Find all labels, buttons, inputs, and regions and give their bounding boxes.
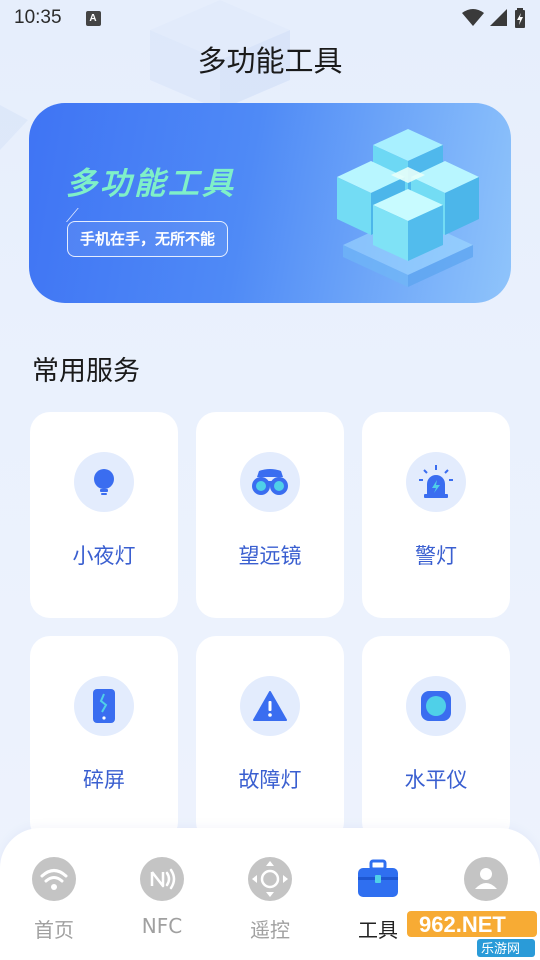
warning-triangle-icon bbox=[240, 676, 300, 736]
toolbox-icon bbox=[355, 856, 401, 902]
cubes-illustration bbox=[337, 129, 479, 287]
tab-label: 遥控 bbox=[250, 918, 290, 942]
banner-title: 多功能工具 bbox=[66, 166, 236, 202]
service-label: 小夜灯 bbox=[72, 544, 136, 568]
remote-dpad-icon bbox=[247, 856, 293, 902]
status-icons bbox=[462, 8, 526, 28]
service-card-night-light[interactable]: 小夜灯 bbox=[30, 412, 178, 618]
hero-banner[interactable]: 多功能工具 手机在手，无所不能 bbox=[29, 103, 511, 303]
cracked-phone-icon bbox=[74, 676, 134, 736]
nfc-icon bbox=[139, 856, 185, 902]
watermark-text-top: 962.NET bbox=[419, 912, 506, 937]
service-label: 望远镜 bbox=[238, 544, 302, 568]
section-title-services: 常用服务 bbox=[32, 356, 140, 387]
service-card-telescope[interactable]: 望远镜 bbox=[196, 412, 344, 618]
service-label: 碎屏 bbox=[83, 768, 125, 792]
banner-tagline: 手机在手，无所不能 bbox=[67, 221, 229, 257]
night-light-bulb-icon bbox=[74, 452, 134, 512]
wifi-icon bbox=[462, 9, 484, 26]
watermark-text-bottom: 乐游网 bbox=[481, 942, 520, 957]
wifi-icon bbox=[31, 856, 77, 902]
service-label: 警灯 bbox=[415, 544, 457, 568]
watermark-logo: 962.NET 乐游网 bbox=[407, 911, 537, 957]
tab-nfc[interactable]: NFC bbox=[108, 828, 216, 960]
battery-charging-icon bbox=[515, 8, 525, 28]
status-bar: 10:35 A bbox=[0, 0, 540, 36]
service-label: 水平仪 bbox=[404, 768, 468, 792]
level-bubble-icon bbox=[406, 676, 466, 736]
tab-home[interactable]: 首页 bbox=[0, 828, 108, 960]
tab-remote[interactable]: 遥控 bbox=[216, 828, 324, 960]
alarm-siren-icon bbox=[406, 452, 466, 512]
service-card-hazard-light[interactable]: 故障灯 bbox=[196, 636, 344, 842]
notification-a-icon: A bbox=[85, 10, 101, 26]
service-card-cracked-screen[interactable]: 碎屏 bbox=[30, 636, 178, 842]
user-icon bbox=[463, 856, 509, 902]
status-time: 10:35 bbox=[14, 7, 62, 28]
signal-icon bbox=[490, 9, 507, 26]
service-card-alarm-light[interactable]: 警灯 bbox=[362, 412, 510, 618]
page-title: 多功能工具 bbox=[197, 44, 343, 78]
service-label: 故障灯 bbox=[238, 768, 302, 792]
binoculars-icon bbox=[240, 452, 300, 512]
tab-label: NFC bbox=[141, 914, 183, 938]
tab-label: 首页 bbox=[34, 918, 74, 942]
service-card-level[interactable]: 水平仪 bbox=[362, 636, 510, 842]
